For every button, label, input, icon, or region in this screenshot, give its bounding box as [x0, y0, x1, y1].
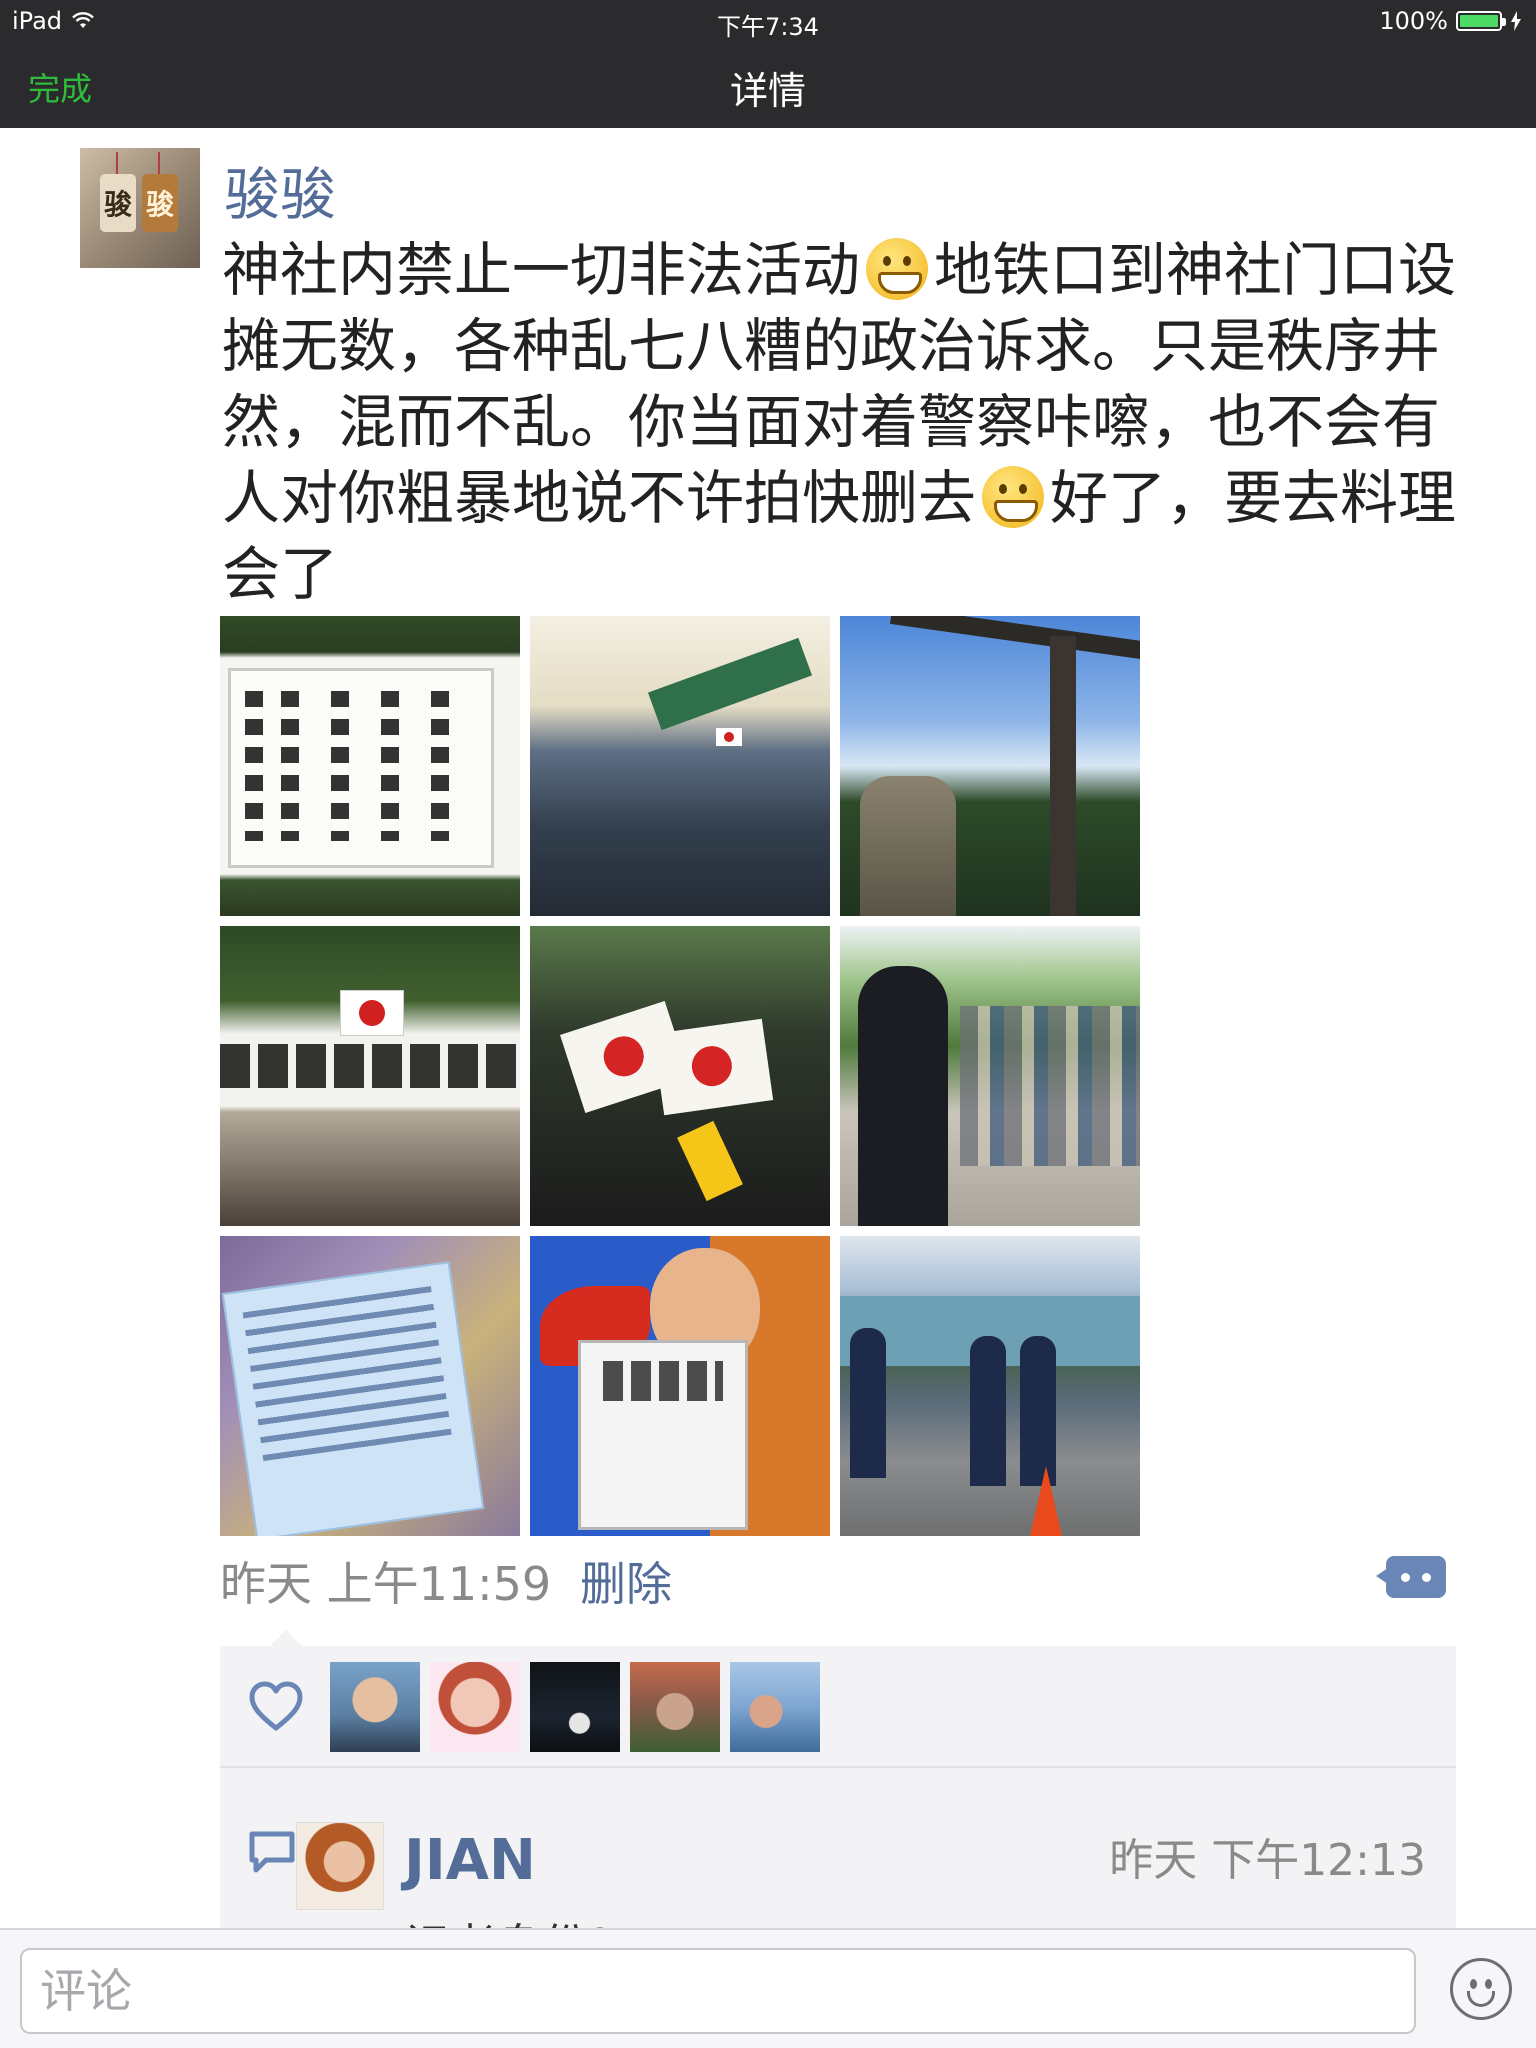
- charging-icon: [1511, 11, 1521, 31]
- comment-text: 记者身份?: [404, 1910, 612, 1928]
- sign-board: [228, 668, 494, 868]
- stone-lantern: [860, 776, 956, 916]
- status-time: 下午7:34: [717, 13, 819, 41]
- liker-avatar[interactable]: [530, 1662, 620, 1752]
- delete-button[interactable]: 删除: [580, 1548, 672, 1614]
- status-right: 100%: [1379, 7, 1522, 35]
- liker-avatar[interactable]: [630, 1662, 720, 1752]
- liker-avatar[interactable]: [730, 1662, 820, 1752]
- author-name[interactable]: 骏骏: [224, 150, 336, 231]
- nav-bar: 完成 详情: [0, 42, 1536, 128]
- japanese-flag: [652, 1018, 774, 1116]
- photo-flags-crowd[interactable]: [530, 926, 830, 1226]
- photo-rally-under-tent[interactable]: [530, 616, 830, 916]
- photo-man-holding-sign[interactable]: [530, 1236, 830, 1536]
- photo-torii-gate[interactable]: [840, 616, 1140, 916]
- grin-emoji-icon: [982, 466, 1045, 528]
- author-avatar[interactable]: 骏 骏: [80, 148, 200, 268]
- battery-icon: [1456, 11, 1506, 31]
- comment-bubble-icon: [249, 1831, 295, 1873]
- comment-input-bar: [0, 1928, 1536, 2048]
- avatar-string: [158, 152, 160, 176]
- post-text: 神社内禁止一切非法活动 地铁口到神社门口设摊无数，各种乱七八糟的政治诉求。只是秩序…: [222, 232, 1468, 612]
- commenter-name[interactable]: JIAN: [404, 1828, 536, 1893]
- comment-action-icon[interactable]: [1376, 1556, 1446, 1598]
- liker-avatar[interactable]: [430, 1662, 520, 1752]
- avatar-string: [116, 152, 118, 176]
- avatar-charm: 骏: [100, 174, 136, 232]
- post-text-part: 神社内禁止一切非法活动: [222, 236, 861, 304]
- photo-handout-flyer[interactable]: [220, 1236, 520, 1536]
- grin-emoji-icon: [866, 238, 929, 300]
- japanese-flag: [716, 728, 742, 746]
- comment-timestamp: 昨天 下午12:13: [1109, 1835, 1426, 1886]
- photo-police-line[interactable]: [840, 1236, 1140, 1536]
- emoji-picker-icon[interactable]: [1450, 1958, 1512, 2020]
- status-bar: iPad 下午7:34 100%: [0, 0, 1536, 42]
- battery-fill: [1460, 15, 1498, 27]
- comment-input[interactable]: [20, 1948, 1416, 2034]
- post-timestamp: 昨天 上午11:59: [220, 1557, 552, 1611]
- heart-icon: [249, 1681, 303, 1731]
- photo-shrine-rules-sign[interactable]: [220, 616, 520, 916]
- avatar-charm: 骏: [142, 174, 178, 232]
- japanese-flag: [340, 990, 404, 1036]
- battery-percent: 100%: [1379, 7, 1448, 35]
- commenter-avatar[interactable]: [296, 1822, 384, 1910]
- like-avatars: [330, 1662, 820, 1752]
- likes-panel: [220, 1630, 1456, 1768]
- liker-avatar[interactable]: [330, 1662, 420, 1752]
- photo-man-in-suit[interactable]: [840, 926, 1140, 1226]
- page-title: 详情: [729, 69, 806, 113]
- traffic-cone: [1030, 1466, 1062, 1536]
- photo-banner-with-flag[interactable]: [220, 926, 520, 1226]
- photo-grid: [220, 616, 1140, 1536]
- comments-panel: JIAN 昨天 下午12:13 记者身份?: [220, 1768, 1456, 1928]
